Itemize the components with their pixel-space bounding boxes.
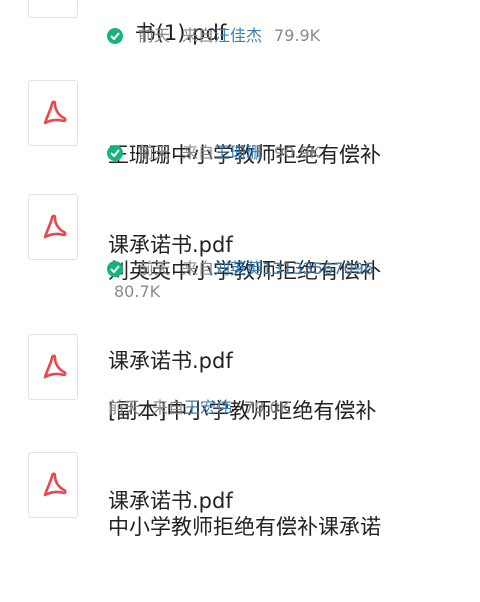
file-meta: 前天 来自王宏伟 79.0K	[108, 397, 290, 419]
file-name-line: 中小学教师拒绝有偿补课承诺	[108, 515, 381, 539]
from-label: 来自	[182, 143, 215, 162]
pdf-acrobat-icon	[43, 100, 67, 125]
file-meta: 前天 来自王珊珊 90.9K	[138, 142, 320, 164]
file-date: 前天	[138, 143, 171, 162]
sender-name[interactable]: 刘英英13133567096	[214, 259, 374, 278]
pdf-file-icon	[28, 80, 78, 146]
file-size: 80.7K	[114, 282, 161, 301]
pdf-file-icon	[28, 334, 78, 400]
pdf-file-icon	[28, 452, 78, 518]
file-size: 90.9K	[274, 143, 321, 162]
check-circle-icon	[107, 28, 123, 44]
pdf-file-icon	[28, 0, 78, 18]
file-size: 79.9K	[274, 26, 321, 45]
check-circle-icon	[107, 145, 123, 161]
sender-name[interactable]: 王珊珊	[214, 143, 262, 162]
check-circle-icon	[107, 261, 123, 277]
pdf-acrobat-icon	[43, 214, 67, 239]
sender-name[interactable]: 汪佳杰	[214, 26, 262, 45]
from-label: 来自	[152, 398, 185, 417]
file-date: 前天	[138, 259, 171, 278]
file-size: 79.0K	[244, 398, 291, 417]
file-date: 前天	[138, 26, 171, 45]
from-label: 来自	[182, 259, 215, 278]
from-label: 来自	[182, 26, 215, 45]
file-meta: 前天 来自汪佳杰 79.9K	[138, 25, 320, 47]
file-name: 中小学教师拒绝有偿补课承诺	[108, 452, 480, 602]
file-meta: 前天 来自刘英英13133567096	[138, 258, 374, 280]
file-date: 前天	[108, 398, 141, 417]
pdf-acrobat-icon	[43, 354, 67, 379]
pdf-acrobat-icon	[43, 472, 67, 497]
pdf-file-icon	[28, 194, 78, 260]
sender-name[interactable]: 王宏伟	[184, 398, 232, 417]
